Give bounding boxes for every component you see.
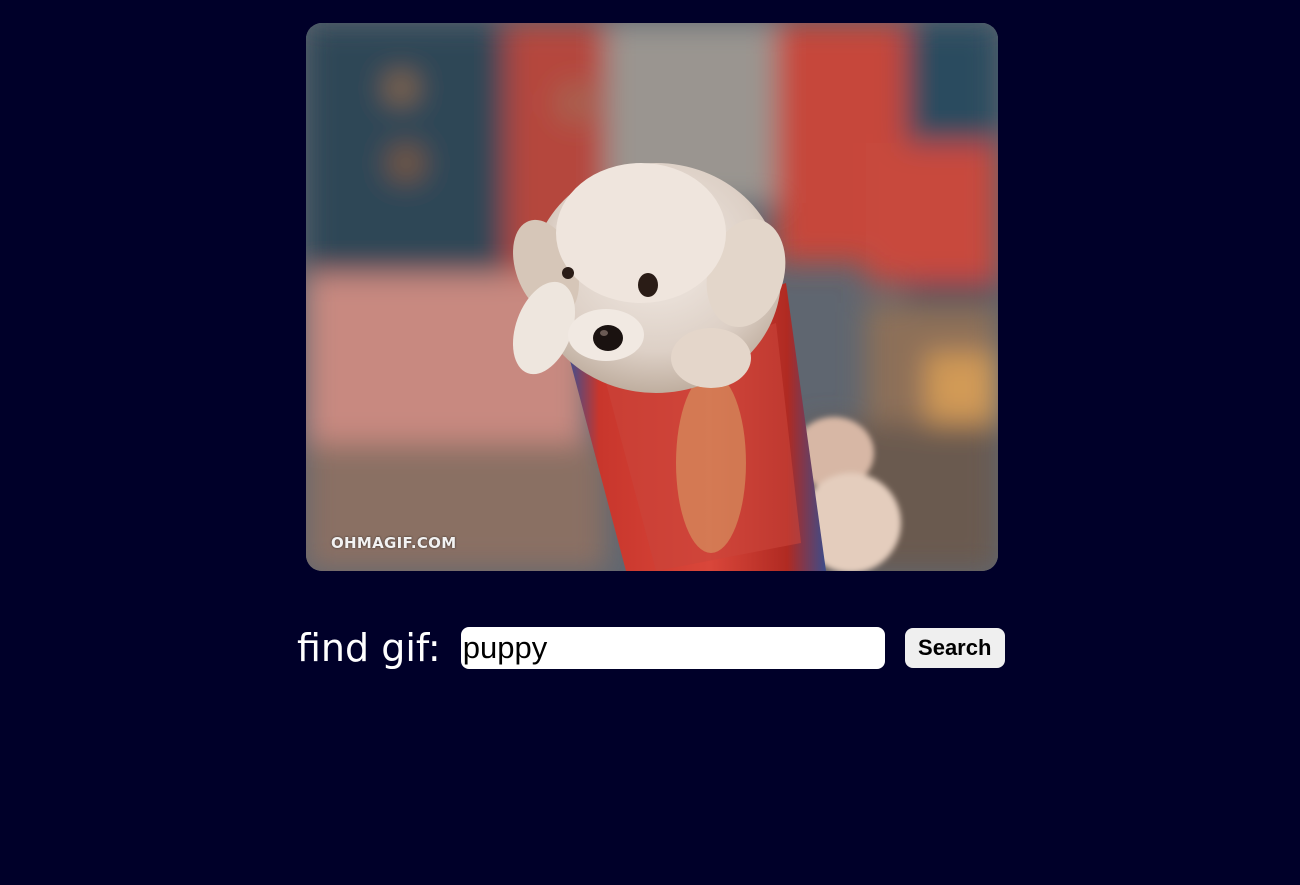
gif-image: OHMAGIF.COM bbox=[306, 23, 998, 571]
search-input[interactable] bbox=[460, 627, 885, 669]
find-gif-label: find gif: bbox=[297, 626, 441, 670]
gif-watermark: OHMAGIF.COM bbox=[331, 534, 457, 552]
search-bar: find gif: Search bbox=[297, 624, 1005, 672]
puppy-gif-picture bbox=[306, 23, 998, 571]
search-button[interactable]: Search bbox=[904, 628, 1005, 668]
